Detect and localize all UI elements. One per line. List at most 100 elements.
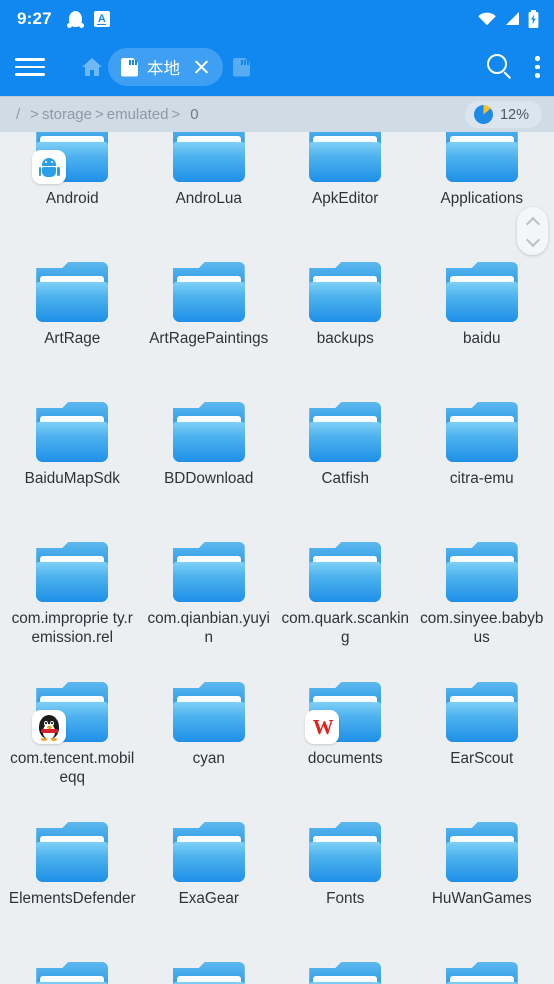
file-name-label: HuWanGames (431, 890, 532, 907)
file-grid-item[interactable]: Catfish (277, 394, 414, 534)
file-name-label: com.quark.scanking (281, 610, 410, 646)
file-grid-item[interactable]: com.tencent.mobileqq (4, 674, 141, 814)
folder-icon (445, 262, 518, 322)
file-grid-item[interactable]: Fonts (277, 814, 414, 954)
folder-icon (36, 542, 109, 602)
file-grid-item[interactable] (414, 954, 551, 984)
file-name-label: ApkEditor (312, 190, 379, 207)
folder-icon (309, 262, 382, 322)
folder-icon (172, 822, 245, 882)
folder-icon (172, 542, 245, 602)
file-name-label: ExaGear (178, 890, 239, 907)
file-grid-item[interactable] (4, 954, 141, 984)
file-grid: Android AndroLua ApkEditor Applications ArtR… (0, 132, 554, 984)
toolbar-actions (487, 54, 540, 80)
folder-icon (36, 962, 109, 984)
file-grid-item[interactable]: com.improprie ty.remission.rel (4, 534, 141, 674)
file-name-label: com.improprie ty.remission.rel (11, 610, 133, 646)
file-grid-item[interactable]: EarScout (414, 674, 551, 814)
folder-icon (309, 962, 382, 984)
folder-icon (445, 822, 518, 882)
file-grid-item[interactable] (141, 954, 278, 984)
file-grid-item[interactable]: baidu (414, 254, 551, 394)
file-name-label: Fonts (326, 890, 365, 907)
file-grid-item[interactable]: com.quark.scanking (277, 534, 414, 674)
folder-icon (309, 822, 382, 882)
folder-icon (445, 962, 518, 984)
folder-icon (36, 822, 109, 882)
file-name-label: documents (307, 750, 383, 767)
search-icon[interactable] (487, 54, 513, 80)
folder-icon (445, 402, 518, 462)
file-grid-item[interactable]: com.qianbian.yuyin (141, 534, 278, 674)
a-badge-icon: A (93, 11, 110, 27)
breadcrumb: / > storage > emulated > 0 12% (0, 96, 554, 132)
tab-strip: 本地 (108, 48, 250, 86)
storage-usage-badge[interactable]: 12% (464, 101, 542, 128)
file-name-label: BaiduMapSdk (24, 470, 120, 487)
file-name-label: cyan (192, 750, 225, 767)
file-grid-item[interactable]: BDDownload (141, 394, 278, 534)
file-name-label: Android (45, 190, 99, 207)
chevron-down-icon (527, 235, 538, 246)
tab-label: 本地 (147, 60, 180, 78)
file-grid-item[interactable]: backups (277, 254, 414, 394)
breadcrumb-root[interactable]: / (16, 106, 20, 123)
file-name-label: ElementsDefender (8, 890, 136, 907)
file-name-label: citra-emu (449, 470, 514, 487)
file-grid-item[interactable]: BaiduMapSdk (4, 394, 141, 534)
folder-icon (32, 132, 109, 184)
status-notification-icons: A (66, 10, 110, 28)
breadcrumb-separator: > (30, 106, 39, 123)
home-icon[interactable] (80, 55, 104, 79)
folder-icon (309, 402, 382, 462)
sdcard-icon (121, 57, 138, 77)
folder-icon (309, 132, 382, 182)
file-grid-item[interactable]: cyan (141, 674, 278, 814)
file-grid-item[interactable]: ArtRagePaintings (141, 254, 278, 394)
file-name-label: backups (316, 330, 374, 347)
battery-charging-icon (528, 10, 539, 28)
file-grid-item[interactable]: HuWanGames (414, 814, 551, 954)
file-grid-item[interactable]: Wdocuments (277, 674, 414, 814)
file-grid-item[interactable]: ApkEditor (277, 132, 414, 254)
wifi-icon (478, 12, 496, 26)
breadcrumb-segment-storage[interactable]: storage (42, 106, 92, 123)
chevron-up-icon (527, 217, 538, 228)
scrollbar-thumb[interactable] (517, 207, 548, 255)
folder-icon (36, 402, 109, 462)
folder-icon (172, 402, 245, 462)
folder-icon (445, 132, 518, 182)
file-grid-item[interactable]: AndroLua (141, 132, 278, 254)
more-vertical-icon[interactable] (535, 56, 540, 78)
breadcrumb-segment-emulated[interactable]: emulated (107, 106, 169, 123)
sdcard-icon-inactive[interactable] (233, 57, 250, 77)
file-name-label: ArtRagePaintings (149, 330, 269, 347)
folder-icon (172, 262, 245, 322)
file-name-label: com.qianbian.yuyin (147, 610, 270, 646)
file-grid-item[interactable]: Android (4, 132, 141, 254)
breadcrumb-current[interactable]: 0 (190, 106, 198, 123)
breadcrumb-separator: > (94, 106, 104, 123)
close-icon[interactable] (193, 59, 210, 76)
file-grid-item[interactable]: com.sinyee.babybus (414, 534, 551, 674)
tab-local-storage[interactable]: 本地 (108, 48, 223, 86)
breadcrumb-separator: > (171, 106, 181, 123)
signal-icon (506, 12, 519, 25)
file-name-label: com.tencent.mobileqq (10, 750, 135, 786)
file-grid-item[interactable] (277, 954, 414, 984)
folder-icon (172, 132, 245, 182)
android-robot-icon (32, 150, 67, 184)
file-manager-app: 9:27 A 本地 / > storage > emulated > 0 12%… (0, 0, 554, 984)
folder-icon (309, 542, 382, 602)
status-system-icons (477, 10, 542, 28)
file-grid-item[interactable]: ArtRage (4, 254, 141, 394)
folder-icon (445, 542, 518, 602)
folder-icon (32, 682, 109, 744)
file-name-label: BDDownload (164, 470, 254, 487)
file-grid-item[interactable]: ElementsDefender (4, 814, 141, 954)
file-grid-item[interactable]: ExaGear (141, 814, 278, 954)
hamburger-icon[interactable] (14, 54, 46, 80)
wps-office-icon: W (305, 710, 340, 744)
file-grid-item[interactable]: citra-emu (414, 394, 551, 534)
